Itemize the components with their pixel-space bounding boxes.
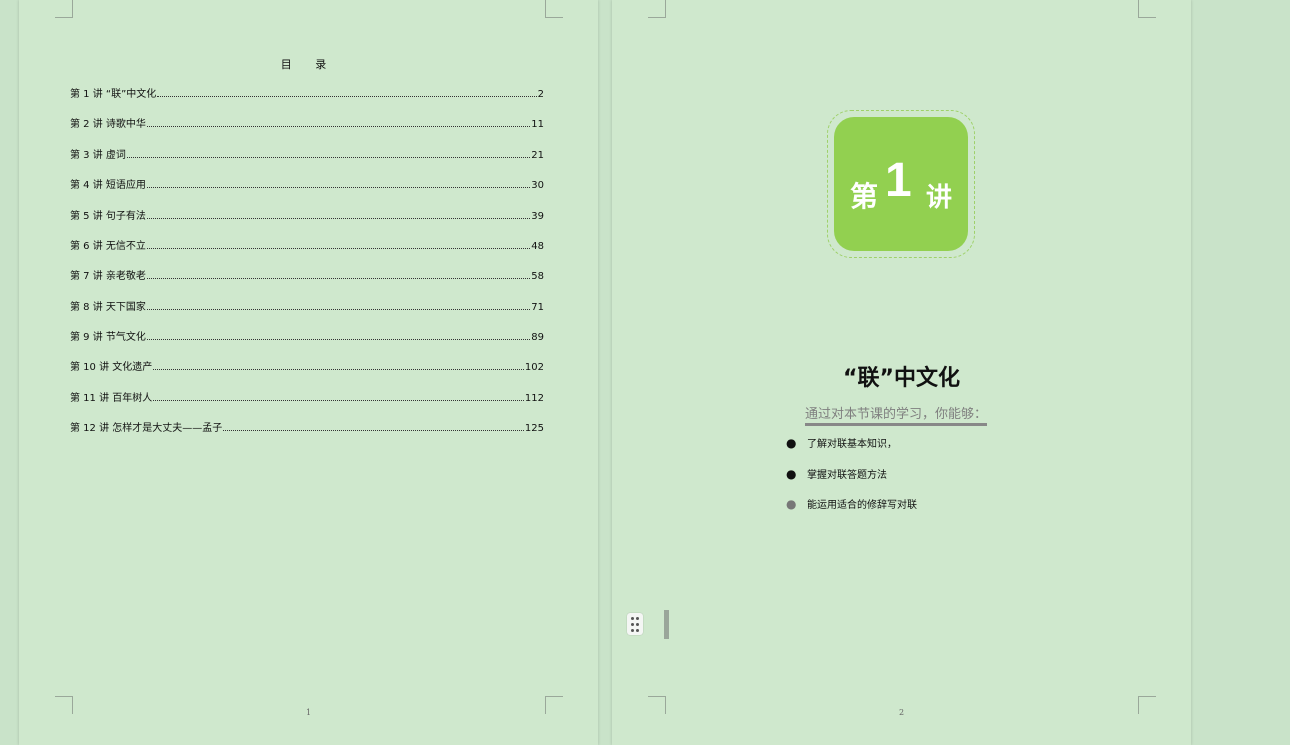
toc-leader-dots bbox=[146, 125, 531, 127]
toc-entry-page: 102 bbox=[524, 362, 544, 373]
toc-entry[interactable]: 第 7 讲 亲老敬老 58 bbox=[70, 268, 544, 282]
toc-leader-dots bbox=[126, 156, 531, 158]
page-number: 2 bbox=[898, 708, 905, 717]
toc-leader-dots bbox=[146, 338, 531, 340]
toc-entry[interactable]: 第 6 讲 无信不立 48 bbox=[70, 238, 544, 252]
toc-entry[interactable]: 第 5 讲 句子有法 39 bbox=[70, 208, 544, 222]
toc-entry[interactable]: 第 8 讲 天下国家 71 bbox=[70, 299, 544, 313]
toc-entry-page: 58 bbox=[531, 271, 544, 282]
document-page-2: 第 1 讲 “联”中文化 通过对本节课的学习，你能够： ● 了解对联基本知识， ●… bbox=[612, 0, 1191, 745]
page-corner-mark bbox=[648, 0, 666, 18]
page-corner-mark bbox=[1138, 0, 1156, 18]
toc-entry-label: 第 8 讲 天下国家 bbox=[70, 302, 146, 313]
lesson-title: “联”中文化 bbox=[843, 366, 960, 391]
toc-entry-page: 11 bbox=[531, 119, 544, 130]
objective-text: 了解对联基本知识， bbox=[807, 439, 897, 450]
toc-entry-label: 第 10 讲 文化遗产 bbox=[70, 362, 153, 373]
toc-entry-label: 第 6 讲 无信不立 bbox=[70, 241, 146, 252]
toc-entry[interactable]: 第 10 讲 文化遗产 102 bbox=[70, 359, 544, 373]
bullet-dot-icon: ● bbox=[786, 467, 797, 481]
lesson-badge: 第 1 讲 bbox=[834, 117, 968, 251]
toc-entry-label: 第 2 讲 诗歌中华 bbox=[70, 119, 146, 130]
toc-entry-page: 30 bbox=[531, 180, 544, 191]
badge-suffix: 讲 bbox=[926, 183, 953, 213]
toc-entry-page: 21 bbox=[531, 150, 544, 161]
text-cursor-bar bbox=[664, 610, 669, 639]
objective-item: ● 能运用适合的修辞写对联 bbox=[786, 496, 917, 511]
toc-entry-label: 第 7 讲 亲老敬老 bbox=[70, 271, 146, 282]
toc-entry-page: 48 bbox=[531, 241, 544, 252]
toc-entry-label: 第 9 讲 节气文化 bbox=[70, 332, 146, 343]
toc-leader-dots bbox=[146, 217, 531, 219]
toc-entry-label: 第 12 讲 怎样才是大丈夫——孟子 bbox=[70, 423, 223, 434]
toc-leader-dots bbox=[153, 368, 524, 370]
drag-handle-icon[interactable] bbox=[627, 613, 643, 635]
page-number: 1 bbox=[305, 708, 312, 717]
toc-leader-dots bbox=[223, 429, 524, 431]
toc-leader-dots bbox=[146, 186, 531, 188]
toc-entry-label: 第 1 讲 “联”中文化 bbox=[70, 89, 157, 100]
badge-number: 1 bbox=[885, 154, 912, 207]
toc-entry[interactable]: 第 1 讲 “联”中文化 2 bbox=[70, 86, 544, 100]
toc-leader-dots bbox=[146, 247, 531, 249]
toc-entry-page: 71 bbox=[531, 302, 544, 313]
objective-text: 能运用适合的修辞写对联 bbox=[807, 500, 917, 511]
toc-leader-dots bbox=[146, 277, 531, 279]
toc-entry-label: 第 3 讲 虚词 bbox=[70, 150, 126, 161]
toc-entry-page: 125 bbox=[524, 423, 544, 434]
toc-leader-dots bbox=[146, 308, 531, 310]
document-page-1: 目 录 第 1 讲 “联”中文化 2 第 2 讲 诗歌中华 11 第 3 讲 虚… bbox=[19, 0, 598, 745]
toc-entry-label: 第 11 讲 百年树人 bbox=[70, 393, 153, 404]
toc-entry[interactable]: 第 4 讲 短语应用 30 bbox=[70, 177, 544, 191]
page-corner-mark bbox=[55, 0, 73, 18]
toc-entry[interactable]: 第 9 讲 节气文化 89 bbox=[70, 329, 544, 343]
toc-entry[interactable]: 第 11 讲 百年树人 112 bbox=[70, 390, 544, 404]
badge-prefix: 第 bbox=[850, 180, 879, 213]
toc-entry-page: 2 bbox=[537, 89, 544, 100]
page-corner-mark bbox=[545, 0, 563, 18]
toc-entry-page: 112 bbox=[524, 393, 544, 404]
toc-leader-dots bbox=[157, 95, 537, 97]
toc-entry[interactable]: 第 12 讲 怎样才是大丈夫——孟子 125 bbox=[70, 420, 544, 434]
toc-entry-label: 第 5 讲 句子有法 bbox=[70, 211, 146, 222]
toc-entry-label: 第 4 讲 短语应用 bbox=[70, 180, 146, 191]
toc-leader-dots bbox=[153, 399, 524, 401]
bullet-dot-icon: ● bbox=[786, 436, 797, 450]
toc-entry-page: 89 bbox=[531, 332, 544, 343]
toc-title: 目 录 bbox=[280, 58, 337, 71]
bullet-dot-icon: ● bbox=[786, 497, 797, 511]
objective-item: ● 了解对联基本知识， bbox=[786, 435, 897, 450]
toc-entry[interactable]: 第 3 讲 虚词 21 bbox=[70, 147, 544, 161]
learning-goals-heading: 通过对本节课的学习，你能够： bbox=[805, 403, 987, 426]
objective-item: ● 掌握对联答题方法 bbox=[786, 466, 887, 481]
objective-text: 掌握对联答题方法 bbox=[807, 470, 887, 481]
toc-entry[interactable]: 第 2 讲 诗歌中华 11 bbox=[70, 116, 544, 130]
toc-entry-page: 39 bbox=[531, 211, 544, 222]
